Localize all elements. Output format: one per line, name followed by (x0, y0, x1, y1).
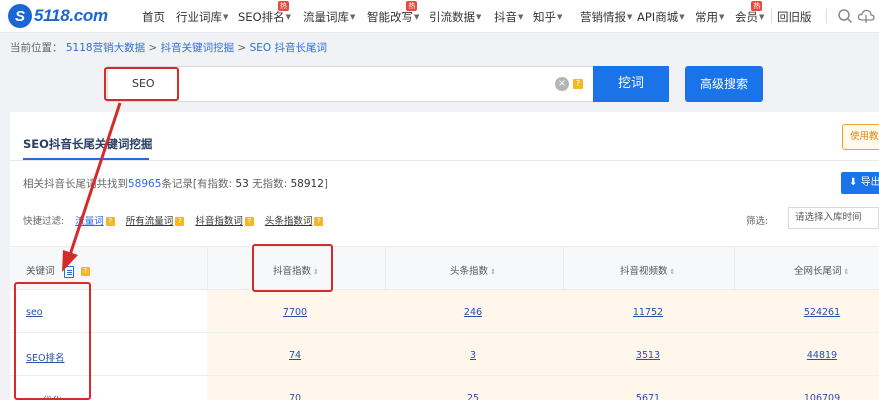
annotation-arrow (62, 102, 122, 272)
